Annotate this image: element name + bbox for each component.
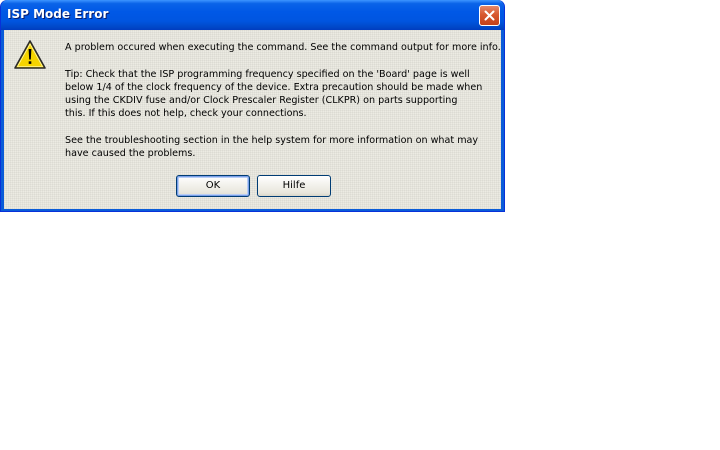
error-message: A problem occured when executing the com…: [65, 41, 501, 54]
help-line: See the troubleshooting section in the h…: [65, 135, 479, 146]
tip-line: using the CKDIV fuse and/or Clock Presca…: [65, 95, 458, 106]
message-line: A problem occured when executing the com…: [65, 42, 501, 53]
close-icon: [484, 10, 495, 21]
ok-button[interactable]: OK: [176, 175, 250, 197]
dialog-body: A problem occured when executing the com…: [4, 30, 501, 209]
window-title: ISP Mode Error: [7, 7, 109, 21]
title-bar[interactable]: ISP Mode Error: [1, 0, 504, 30]
tip-line: below 1/4 of the clock frequency of the …: [65, 82, 483, 93]
close-button[interactable]: [479, 5, 500, 26]
help-message: See the troubleshooting section in the h…: [65, 134, 495, 160]
tip-line: this. If this does not help, check your …: [65, 108, 307, 119]
tip-message: Tip: Check that the ISP programming freq…: [65, 68, 495, 120]
tip-line: Tip: Check that the ISP programming freq…: [65, 69, 470, 80]
help-line: have caused the problems.: [65, 148, 196, 159]
help-button[interactable]: Hilfe: [257, 175, 331, 197]
error-dialog: ISP Mode Error A problem occured when ex…: [0, 0, 505, 212]
warning-icon: [14, 40, 46, 69]
